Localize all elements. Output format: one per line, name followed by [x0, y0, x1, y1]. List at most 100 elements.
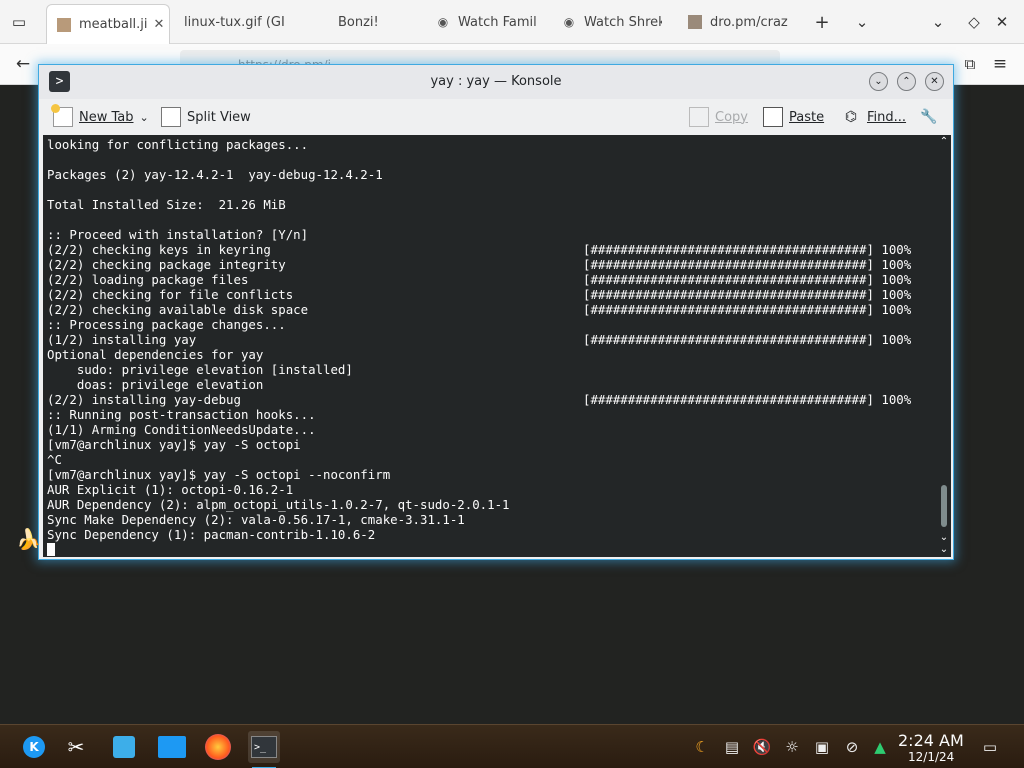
terminal-line-text: (2/2) checking available disk space — [47, 302, 309, 317]
terminal-line-text: [vm7@archlinux yay]$ yay -S octopi --noc… — [47, 467, 391, 482]
volume-muted-icon[interactable]: 🔇 — [752, 737, 772, 757]
terminal-line-text: AUR Dependency (2): alpm_octopi_utils-1.… — [47, 497, 510, 512]
network-icon[interactable]: ▲ — [870, 737, 890, 757]
tools-icon[interactable]: ✂ — [60, 731, 92, 763]
terminal-line: AUR Explicit (1): octopi-0.16.2-1 — [47, 482, 935, 497]
terminal-line-text: [vm7@archlinux yay]$ yay -S octopi — [47, 437, 301, 452]
browser-tab-4[interactable]: ◉ Watch Shrek — [562, 0, 662, 44]
binoculars-icon: ⌬ — [844, 109, 858, 125]
terminal-line: [vm7@archlinux yay]$ yay -S octopi — [47, 437, 935, 452]
terminal-line: Optional dependencies for yay — [47, 347, 935, 362]
store-icon[interactable] — [108, 731, 140, 763]
brightness-icon[interactable]: ☼ — [782, 737, 802, 757]
browser-tab-label: dro.pm/craz — [710, 14, 788, 30]
clipboard-icon[interactable]: ▤ — [722, 737, 742, 757]
scroll-up-icon[interactable]: ⌃ — [937, 135, 951, 147]
browser-tab-0[interactable]: meatball.ji ✕ — [46, 4, 170, 44]
terminal-line: (2/2) installing yay-debug [#############… — [47, 392, 935, 407]
terminal-line-text: Packages (2) yay-12.4.2-1 yay-debug-12.4… — [47, 167, 383, 182]
browser-tab-label: Watch Shrek — [584, 14, 662, 30]
tab-list-icon[interactable]: ▭ — [8, 12, 30, 32]
terminal-line: :: Processing package changes... — [47, 317, 935, 332]
copy-button[interactable]: Copy — [689, 106, 748, 128]
paste-button[interactable]: Paste — [763, 106, 824, 128]
show-desktop-icon[interactable]: ▭ — [980, 737, 1000, 757]
new-tab-label: New Tab — [79, 109, 134, 125]
terminal-output[interactable]: looking for conflicting packages... Packa… — [43, 135, 937, 557]
window-titlebar[interactable]: > yay : yay — Konsole ⌄ ⌃ ✕ — [39, 65, 953, 99]
clock-date[interactable]: 12/1/24 — [908, 750, 954, 764]
terminal-line-text: (2/2) checking for file conflicts — [47, 287, 294, 302]
terminal-line: ^C — [47, 452, 935, 467]
terminal-line-text: doas: privilege elevation — [47, 377, 264, 392]
image-icon — [688, 15, 702, 29]
browser-tab-5[interactable]: dro.pm/craz — [688, 0, 800, 44]
split-view-icon — [161, 107, 181, 127]
minimize-icon[interactable]: ⌄ — [869, 72, 888, 91]
browser-tab-1[interactable]: linux-tux.gif (GI — [184, 0, 310, 44]
browser-tab-label: Bonzi! — [338, 14, 379, 30]
new-tab-icon[interactable]: + — [812, 12, 832, 33]
wifi-icon: ◉ — [437, 15, 449, 29]
firefox-icon[interactable] — [202, 731, 234, 763]
progress-bar-text: [#####################################] … — [583, 257, 912, 272]
terminal-scrollbar[interactable]: ⌃ ⌄ ⌄ — [937, 135, 951, 557]
terminal-prompt-line — [47, 542, 935, 557]
terminal-line: Total Installed Size: 21.26 MiB — [47, 197, 935, 212]
update-icon[interactable]: ⊘ — [842, 737, 862, 757]
browser-tab-label: Watch Famil — [458, 14, 536, 30]
terminal-line-text: :: Proceed with installation? [Y/n] — [47, 227, 309, 242]
find-button[interactable]: ⌬ Find... — [841, 106, 906, 128]
terminal-line-text: :: Processing package changes... — [47, 317, 286, 332]
chevron-down-icon[interactable]: ⌄ — [140, 111, 149, 124]
maximize-icon[interactable]: ⌃ — [897, 72, 916, 91]
terminal-line: sudo: privilege elevation [installed] — [47, 362, 935, 377]
browser-tab-label: linux-tux.gif (GI — [184, 14, 285, 30]
application-launcher-icon[interactable]: K — [18, 731, 50, 763]
chevron-down-icon[interactable]: ⌄ — [852, 12, 872, 32]
new-tab-button[interactable]: New Tab ⌄ — [51, 104, 149, 128]
night-light-icon[interactable]: ☾ — [692, 737, 712, 757]
scrollbar-thumb[interactable] — [941, 485, 947, 527]
terminal-line-text: sudo: privilege elevation [installed] — [47, 362, 353, 377]
konsole-toolbar: New Tab ⌄ Split View Copy Paste ⌬ Find..… — [39, 99, 953, 135]
browser-tab-3[interactable]: ◉ Watch Famil — [436, 0, 536, 44]
window-title: yay : yay — Konsole — [430, 74, 562, 89]
terminal-line-text: looking for conflicting packages... — [47, 137, 309, 152]
diamond-icon[interactable]: ◇ — [964, 12, 984, 32]
split-view-button[interactable]: Split View — [161, 106, 251, 128]
close-icon[interactable]: ✕ — [992, 12, 1012, 32]
clock-time[interactable]: 2:24 AM — [898, 731, 964, 750]
progress-bar-text: [#####################################] … — [583, 287, 912, 302]
copy-icon — [689, 107, 709, 127]
extensions-icon[interactable]: ⧉ — [960, 54, 980, 74]
browser-tab-2[interactable]: Bonzi! — [338, 0, 418, 44]
terminal-line: :: Proceed with installation? [Y/n] — [47, 227, 935, 242]
scroll-down-icon[interactable]: ⌄ — [937, 543, 951, 555]
chevron-down-icon[interactable]: ⌄ — [928, 12, 948, 32]
split-view-label: Split View — [187, 109, 251, 125]
banana-icon[interactable]: 🍌 — [16, 527, 41, 551]
terminal-line-text: (2/2) checking package integrity — [47, 257, 286, 272]
konsole-window: > yay : yay — Konsole ⌄ ⌃ ✕ New Tab ⌄ Sp… — [38, 64, 954, 560]
scroll-down-icon[interactable]: ⌄ — [937, 531, 951, 543]
terminal-line-text: Total Installed Size: 21.26 MiB — [47, 197, 286, 212]
find-label: Find... — [867, 109, 907, 125]
terminal-line-text: Optional dependencies for yay — [47, 347, 264, 362]
close-icon[interactable]: ✕ — [925, 72, 944, 91]
image-icon — [57, 17, 71, 32]
terminal-line-text: ^C — [47, 452, 62, 467]
terminal-line: (1/2) installing yay [###################… — [47, 332, 935, 347]
paste-label: Paste — [789, 109, 825, 125]
terminal-line: doas: privilege elevation — [47, 377, 935, 392]
close-tab-icon[interactable]: ✕ — [154, 17, 165, 32]
back-arrow-icon[interactable]: ← — [12, 54, 34, 74]
terminal-line-text: (2/2) loading package files — [47, 272, 249, 287]
konsole-taskbar-icon[interactable]: >_ — [248, 731, 280, 768]
progress-bar-text: [#####################################] … — [583, 302, 912, 317]
settings-button[interactable]: 🔧 — [919, 106, 945, 128]
storage-icon[interactable]: ▣ — [812, 737, 832, 757]
file-manager-icon[interactable] — [156, 731, 188, 763]
menu-icon[interactable]: ≡ — [990, 54, 1010, 74]
